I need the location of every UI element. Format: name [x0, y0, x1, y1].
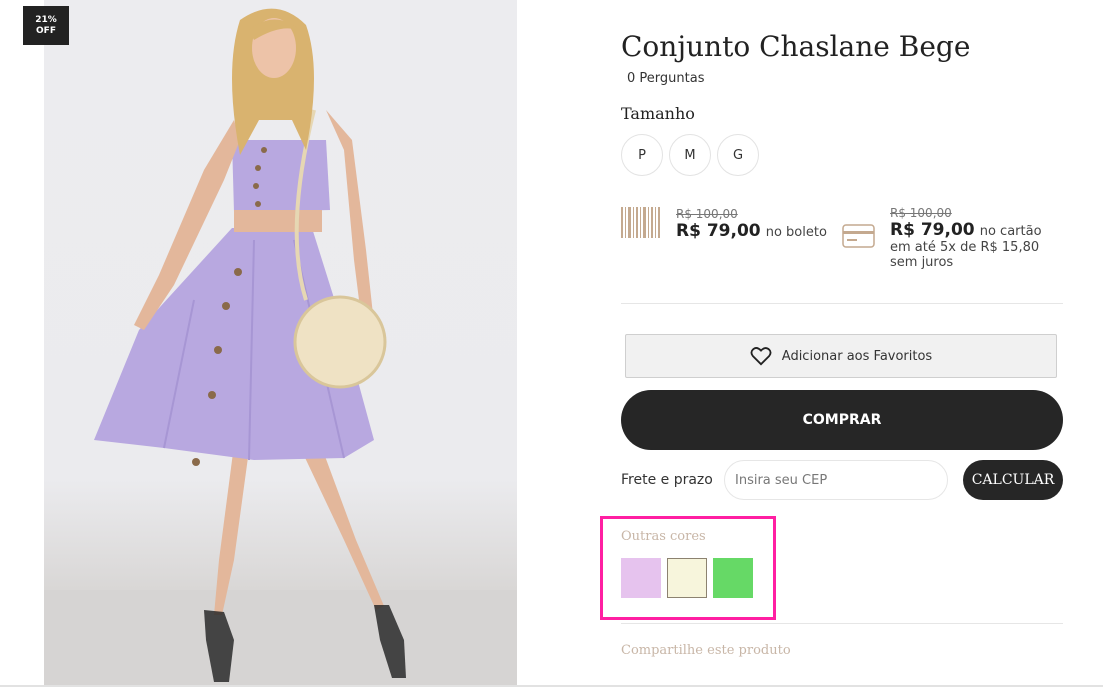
- color-swatch-beige[interactable]: [667, 558, 707, 598]
- boleto-price: R$ 100,00 R$ 79,00 no boleto: [676, 207, 827, 241]
- card-price-value: R$ 79,00: [890, 220, 975, 240]
- card-installments: em até 5x de R$ 15,80: [890, 240, 1040, 255]
- buy-button[interactable]: COMPRAR: [621, 390, 1063, 450]
- add-to-favorites-label: Adicionar aos Favoritos: [781, 348, 933, 364]
- card-old-price: R$ 100,00: [890, 206, 952, 220]
- shipping-label: Frete e prazo: [621, 472, 713, 488]
- color-swatch-lilac[interactable]: [621, 558, 661, 598]
- size-option-m[interactable]: M: [669, 134, 711, 176]
- product-photo-illustration: [44, 8, 517, 685]
- boleto-price-value: R$ 79,00: [676, 221, 761, 241]
- size-option-p[interactable]: P: [621, 134, 663, 176]
- card-price: R$ 100,00 R$ 79,00 no cartão em até 5x d…: [890, 206, 1042, 270]
- barcode-icon: [621, 207, 660, 238]
- discount-badge: 21% OFF: [23, 6, 69, 45]
- color-swatch-green[interactable]: [713, 558, 753, 598]
- size-label: Tamanho: [621, 104, 695, 123]
- boleto-suffix: no boleto: [765, 225, 827, 240]
- card-interest: sem juros: [890, 255, 954, 270]
- add-to-favorites-button[interactable]: Adicionar aos Favoritos: [625, 334, 1057, 378]
- other-colors-label: Outras cores: [621, 529, 706, 544]
- heart-icon: [750, 347, 772, 366]
- divider: [621, 303, 1063, 304]
- cep-input[interactable]: [724, 460, 948, 500]
- discount-off: OFF: [36, 25, 56, 36]
- size-selector: P M G: [621, 134, 759, 176]
- color-swatches: [621, 558, 753, 598]
- questions-link[interactable]: 0 Perguntas: [627, 71, 704, 86]
- credit-card-icon: [842, 224, 875, 248]
- divider: [621, 623, 1063, 624]
- card-suffix: no cartão: [979, 224, 1042, 239]
- share-product-label[interactable]: Compartilhe este produto: [621, 643, 791, 658]
- boleto-old-price: R$ 100,00: [676, 207, 738, 221]
- discount-percent: 21%: [35, 14, 57, 25]
- product-title: Conjunto Chaslane Bege: [621, 30, 971, 63]
- calculate-shipping-button[interactable]: CALCULAR: [963, 460, 1063, 500]
- size-option-g[interactable]: G: [717, 134, 759, 176]
- product-photo[interactable]: [44, 0, 517, 685]
